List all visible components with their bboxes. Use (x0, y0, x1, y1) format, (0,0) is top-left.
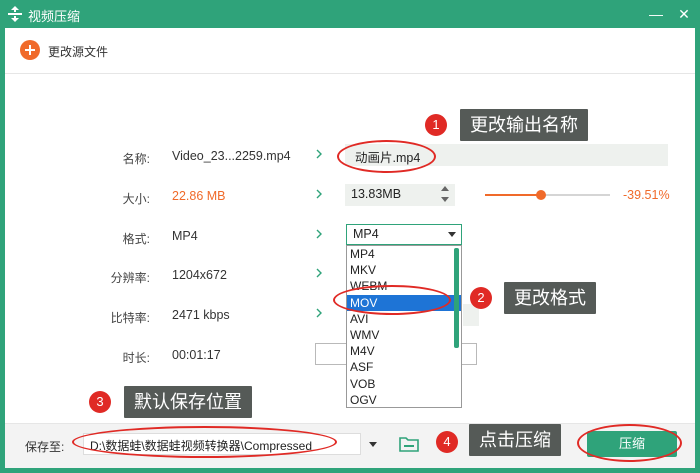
slider-fill (485, 194, 542, 196)
format-option-asf[interactable]: ASF (347, 359, 461, 375)
callout-badge-3: 3 (89, 391, 111, 413)
callout-badge-1: 1 (425, 114, 447, 136)
duration-label: 时长: (122, 351, 150, 365)
format-option-vob[interactable]: VOB (347, 376, 461, 392)
callout-rename: 更改输出名称 (460, 109, 588, 141)
format-dropdown-list[interactable]: MP4 MKV WEBM MOV AVI WMV M4V ASF VOB OGV (346, 245, 462, 408)
title-bar: 视频压缩 — ✕ (0, 0, 700, 28)
chevron-right-icon (316, 189, 322, 199)
size-label: 大小: (122, 192, 150, 206)
source-duration: 00:01:17 (172, 348, 221, 362)
resolution-label: 分辨率: (110, 271, 150, 285)
chevron-right-icon (316, 229, 322, 239)
callout-badge-2: 2 (470, 287, 492, 309)
chevron-right-icon (316, 149, 322, 159)
format-select[interactable]: MP4 (346, 224, 462, 245)
dropdown-scrollbar[interactable] (454, 248, 459, 348)
window-title: 视频压缩 (28, 9, 81, 24)
annotation-ring-format (333, 285, 451, 315)
size-slider[interactable] (485, 190, 610, 200)
change-source-button[interactable]: 更改源文件 (48, 43, 108, 60)
source-size: 22.86 MB (172, 189, 226, 203)
source-bitrate: 2471 kbps (172, 308, 230, 322)
spin-up-icon[interactable] (441, 186, 449, 191)
compress-app-icon (8, 6, 22, 22)
chevron-down-icon[interactable] (369, 442, 377, 447)
annotation-ring-path (72, 426, 337, 458)
output-size-input[interactable]: 13.83MB (345, 184, 455, 206)
name-label: 名称: (122, 152, 150, 166)
callout-badge-4: 4 (436, 431, 458, 453)
annotation-ring-compress (577, 424, 682, 462)
format-option-ogv[interactable]: OGV (347, 392, 461, 407)
format-option-mp4[interactable]: MP4 (347, 246, 461, 262)
chevron-right-icon (316, 268, 322, 278)
bitrate-label: 比特率: (110, 311, 150, 325)
format-option-mkv[interactable]: MKV (347, 262, 461, 278)
close-button[interactable]: ✕ (674, 4, 694, 24)
slider-thumb[interactable] (536, 190, 547, 200)
source-name: Video_23...2259.mp4 (172, 149, 291, 163)
spin-down-icon[interactable] (441, 197, 449, 202)
format-selected-value: MP4 (353, 227, 379, 241)
format-label: 格式: (122, 232, 150, 246)
source-format: MP4 (172, 229, 198, 243)
save-to-label: 保存至: (25, 440, 65, 454)
chevron-right-icon (316, 308, 322, 318)
chevron-down-icon (448, 232, 456, 237)
toolbar: 更改源文件 (5, 28, 695, 74)
callout-compress: 点击压缩 (469, 424, 561, 456)
format-option-wmv[interactable]: WMV (347, 327, 461, 343)
minimize-button[interactable]: — (646, 4, 666, 24)
add-icon[interactable] (20, 40, 40, 60)
source-resolution: 1204x672 (172, 268, 227, 282)
format-option-m4v[interactable]: M4V (347, 343, 461, 359)
folder-icon[interactable] (398, 435, 420, 453)
callout-format: 更改格式 (504, 282, 596, 314)
size-ratio: -39.51% (623, 188, 670, 202)
callout-save-location: 默认保存位置 (124, 386, 252, 418)
annotation-ring-name (337, 140, 436, 173)
